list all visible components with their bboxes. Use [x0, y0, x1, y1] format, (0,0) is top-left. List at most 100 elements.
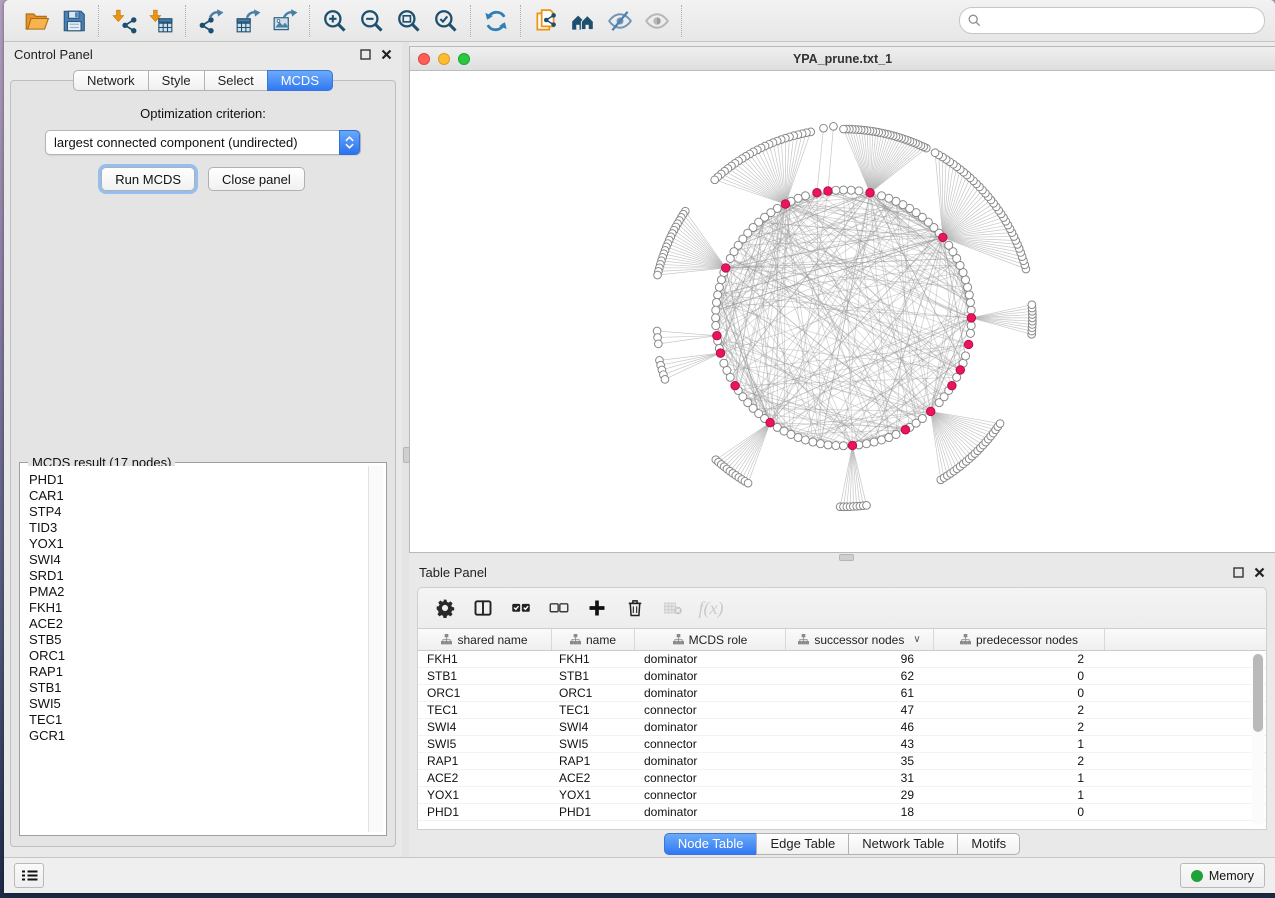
- mcds-result-item[interactable]: TID3: [29, 520, 383, 536]
- mcds-result-item[interactable]: STB5: [29, 632, 383, 648]
- mcds-result-list[interactable]: PHD1CAR1STP4TID3YOX1SWI4SRD1PMA2FKH1ACE2…: [23, 466, 383, 832]
- table-cell[interactable]: ORC1: [551, 686, 633, 700]
- float-panel-icon[interactable]: [359, 49, 371, 61]
- search-input[interactable]: [986, 13, 1256, 29]
- zoom-selected-button[interactable]: [427, 5, 464, 37]
- horizontal-splitter-handle[interactable]: [839, 554, 854, 561]
- sort-indicator-icon[interactable]: ∨: [913, 634, 920, 645]
- home-button[interactable]: [564, 5, 601, 37]
- mcds-result-item[interactable]: FKH1: [29, 600, 383, 616]
- table-cell[interactable]: ACE2: [418, 771, 551, 785]
- table-cell[interactable]: FKH1: [551, 652, 633, 666]
- table-cell[interactable]: dominator: [633, 754, 783, 768]
- table-cell[interactable]: YOX1: [418, 788, 551, 802]
- run-mcds-button[interactable]: Run MCDS: [101, 167, 195, 191]
- table-cell[interactable]: 47: [783, 703, 930, 717]
- table-cell[interactable]: 96: [783, 652, 930, 666]
- tab-network-table[interactable]: Network Table: [848, 833, 958, 855]
- mcds-result-item[interactable]: STP4: [29, 504, 383, 520]
- vertical-splitter-handle[interactable]: [403, 447, 410, 463]
- refresh-layout-button[interactable]: [477, 5, 514, 37]
- table-cell[interactable]: 18: [783, 805, 930, 819]
- table-cell[interactable]: 0: [930, 686, 1100, 700]
- search-box[interactable]: [959, 7, 1265, 34]
- task-history-button[interactable]: [14, 863, 44, 888]
- table-row[interactable]: ORC1ORC1dominator610: [418, 685, 1266, 702]
- tab-motifs[interactable]: Motifs: [957, 833, 1020, 855]
- table-row[interactable]: STB1STB1dominator620: [418, 668, 1266, 685]
- table-cell[interactable]: 61: [783, 686, 930, 700]
- table-row[interactable]: ACE2ACE2connector311: [418, 770, 1266, 787]
- mcds-result-scrollbar[interactable]: [368, 466, 383, 832]
- mcds-result-item[interactable]: GCR1: [29, 728, 383, 744]
- table-scrollbar[interactable]: [1252, 652, 1264, 825]
- network-window-titlebar[interactable]: YPA_prune.txt_1: [410, 47, 1275, 71]
- vertical-splitter[interactable]: [402, 42, 409, 857]
- table-row[interactable]: RAP1RAP1dominator352: [418, 753, 1266, 770]
- export-image-button[interactable]: [266, 5, 303, 37]
- mcds-result-item[interactable]: ACE2: [29, 616, 383, 632]
- mcds-result-item[interactable]: PHD1: [29, 472, 383, 488]
- table-cell[interactable]: PHD1: [551, 805, 633, 819]
- delete-column-button[interactable]: [618, 593, 652, 623]
- float-table-panel-icon[interactable]: [1232, 567, 1244, 579]
- close-table-panel-icon[interactable]: [1253, 567, 1265, 579]
- column-header-predecessor-nodes[interactable]: predecessor nodes: [934, 629, 1105, 650]
- table-row[interactable]: FKH1FKH1dominator962: [418, 651, 1266, 668]
- column-header-successor-nodes[interactable]: successor nodes∨: [786, 629, 934, 650]
- table-cell[interactable]: dominator: [633, 652, 783, 666]
- table-cell[interactable]: SWI4: [551, 720, 633, 734]
- table-cell[interactable]: dominator: [633, 669, 783, 683]
- tab-edge-table[interactable]: Edge Table: [756, 833, 849, 855]
- table-cell[interactable]: 1: [930, 788, 1100, 802]
- mcds-result-item[interactable]: SRD1: [29, 568, 383, 584]
- table-row[interactable]: SWI5SWI5connector431: [418, 736, 1266, 753]
- network-graph[interactable]: [410, 71, 1275, 552]
- close-panel-button[interactable]: Close panel: [208, 167, 305, 191]
- table-cell[interactable]: 2: [930, 754, 1100, 768]
- table-cell[interactable]: connector: [633, 737, 783, 751]
- table-cell[interactable]: 43: [783, 737, 930, 751]
- horizontal-splitter[interactable]: [409, 553, 1275, 560]
- mcds-result-item[interactable]: PMA2: [29, 584, 383, 600]
- mcds-result-item[interactable]: SWI4: [29, 552, 383, 568]
- table-row[interactable]: PHD1PHD1dominator180: [418, 804, 1266, 821]
- clear-selection-button[interactable]: [542, 593, 576, 623]
- tab-network[interactable]: Network: [73, 70, 149, 91]
- table-cell[interactable]: YOX1: [551, 788, 633, 802]
- network-canvas[interactable]: [410, 71, 1275, 552]
- table-cell[interactable]: 1: [930, 771, 1100, 785]
- table-cell[interactable]: 35: [783, 754, 930, 768]
- table-row[interactable]: TEC1TEC1connector472: [418, 702, 1266, 719]
- table-cell[interactable]: 2: [930, 720, 1100, 734]
- table-cell[interactable]: 2: [930, 703, 1100, 717]
- columns-button[interactable]: [466, 593, 500, 623]
- mcds-result-item[interactable]: RAP1: [29, 664, 383, 680]
- mcds-result-item[interactable]: YOX1: [29, 536, 383, 552]
- mcds-result-item[interactable]: ORC1: [29, 648, 383, 664]
- table-cell[interactable]: 46: [783, 720, 930, 734]
- table-cell[interactable]: SWI5: [551, 737, 633, 751]
- table-cell[interactable]: 2: [930, 652, 1100, 666]
- table-cell[interactable]: RAP1: [551, 754, 633, 768]
- mcds-result-item[interactable]: STB1: [29, 680, 383, 696]
- table-cell[interactable]: 0: [930, 805, 1100, 819]
- table-cell[interactable]: 29: [783, 788, 930, 802]
- close-panel-icon[interactable]: [380, 49, 392, 61]
- export-table-button[interactable]: [229, 5, 266, 37]
- table-cell[interactable]: SWI5: [418, 737, 551, 751]
- table-cell[interactable]: STB1: [418, 669, 551, 683]
- table-cell[interactable]: SWI4: [418, 720, 551, 734]
- table-cell[interactable]: 0: [930, 669, 1100, 683]
- zoom-out-button[interactable]: [353, 5, 390, 37]
- table-cell[interactable]: connector: [633, 771, 783, 785]
- table-cell[interactable]: TEC1: [418, 703, 551, 717]
- import-network-button[interactable]: [105, 5, 142, 37]
- table-row[interactable]: YOX1YOX1connector291: [418, 787, 1266, 804]
- column-header-name[interactable]: name: [552, 629, 635, 650]
- optimization-criterion-select[interactable]: largest connected component (undirected): [45, 130, 361, 155]
- mcds-result-item[interactable]: TEC1: [29, 712, 383, 728]
- tab-mcds[interactable]: MCDS: [267, 70, 333, 91]
- table-cell[interactable]: dominator: [633, 686, 783, 700]
- zoom-fit-button[interactable]: [390, 5, 427, 37]
